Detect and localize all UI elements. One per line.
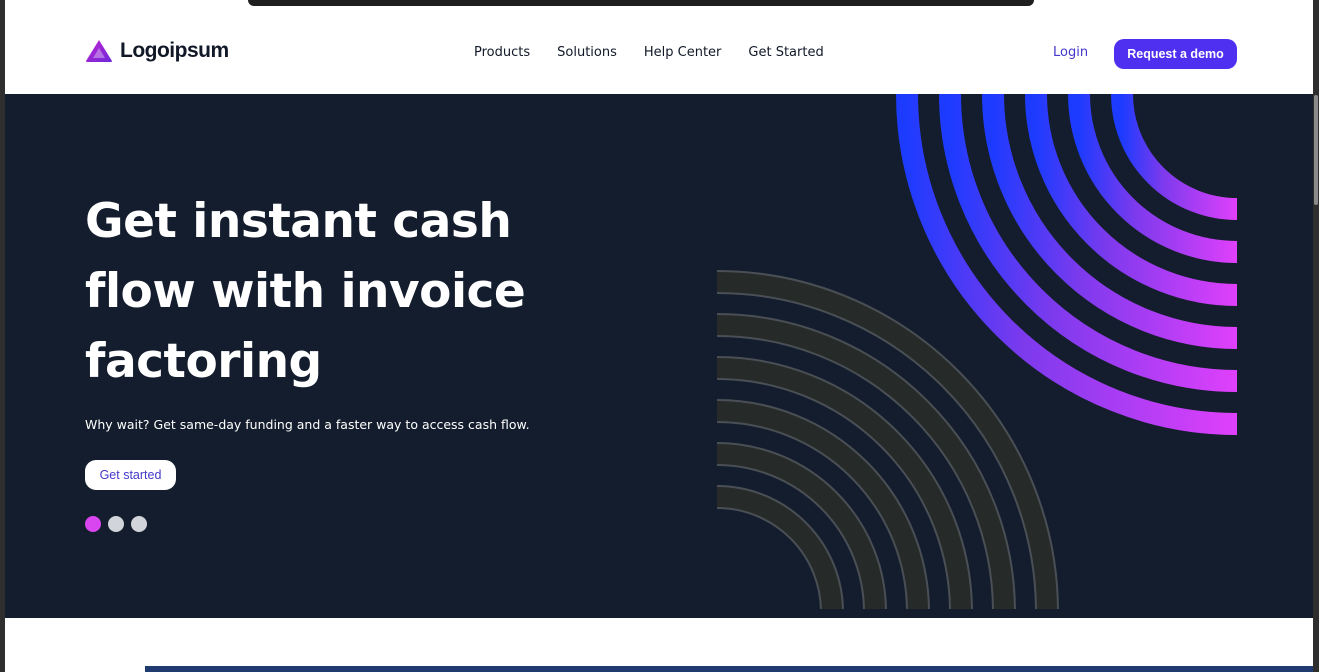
next-section	[5, 618, 1313, 672]
logo-wordmark: Logoipsum	[120, 39, 229, 62]
browser-top-bar	[248, 0, 1034, 6]
slide-indicators	[85, 516, 147, 532]
logo-link[interactable]: Logoipsum	[85, 39, 229, 63]
hero-title: Get instant cash flow with invoice facto…	[85, 194, 526, 389]
main-nav: Products Solutions Help Center Get Start…	[474, 45, 824, 60]
page: Logoipsum Products Solutions Help Center…	[5, 11, 1313, 672]
site-header: Logoipsum Products Solutions Help Center…	[5, 11, 1313, 94]
slide-dot-3[interactable]	[131, 516, 147, 532]
next-section-banner-edge	[145, 666, 1313, 672]
browser-top-edge	[0, 0, 1319, 11]
window-right-edge	[1313, 0, 1319, 672]
slide-dot-2[interactable]	[108, 516, 124, 532]
hero-subtitle: Why wait? Get same-day funding and a fas…	[85, 417, 530, 432]
logo-icon	[86, 40, 112, 62]
slide-dot-1[interactable]	[85, 516, 101, 532]
nav-get-started[interactable]: Get Started	[748, 45, 823, 60]
login-link[interactable]: Login	[1053, 45, 1088, 60]
nav-help-center[interactable]: Help Center	[644, 45, 722, 60]
request-demo-button[interactable]: Request a demo	[1114, 39, 1237, 69]
hero-section: Get instant cash flow with invoice facto…	[5, 94, 1313, 618]
page-scrollbar[interactable]	[1314, 95, 1318, 205]
get-started-button[interactable]: Get started	[85, 460, 176, 490]
nav-solutions[interactable]: Solutions	[557, 45, 617, 60]
nav-products[interactable]: Products	[474, 45, 530, 60]
